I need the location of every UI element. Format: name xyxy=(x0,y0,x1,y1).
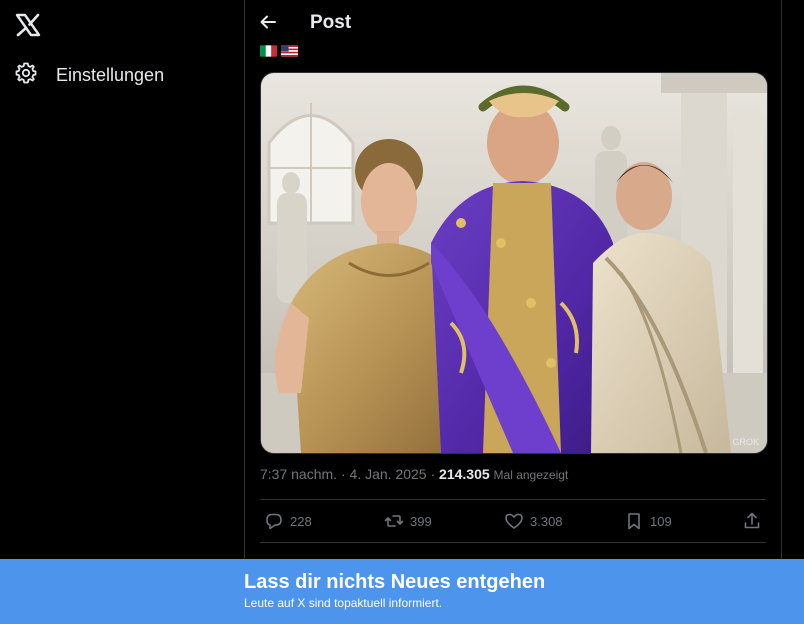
banner-title: Lass dir nichts Neues entgehen xyxy=(244,571,546,593)
post-metadata: 7:37 nachm. · 4. Jan. 2025 · 214.305 Mal… xyxy=(260,466,568,482)
usa-flag-icon xyxy=(281,45,298,57)
signup-banner: Lass dir nichts Neues entgehen Leute auf… xyxy=(0,559,804,624)
share-button[interactable] xyxy=(742,506,768,536)
share-icon xyxy=(744,512,760,529)
post-header: Post xyxy=(245,0,781,44)
nav-item-settings[interactable]: Einstellungen xyxy=(14,60,164,90)
post-image[interactable]: GROK xyxy=(260,72,768,454)
views-count: 214.305 xyxy=(439,466,490,482)
meta-separator: · xyxy=(430,466,436,482)
left-navigation: Einstellungen xyxy=(0,0,244,624)
repost-count: 399 xyxy=(410,513,432,529)
bookmark-button[interactable]: 109 xyxy=(624,506,672,536)
divider xyxy=(260,542,766,543)
like-count: 3.308 xyxy=(530,513,563,529)
heart-icon xyxy=(505,513,523,529)
bookmark-count: 109 xyxy=(650,513,672,529)
nav-item-settings-label: Einstellungen xyxy=(56,64,165,85)
post-time[interactable]: 7:37 nachm. xyxy=(260,466,337,482)
post-detail-column: Post GROK 7:37 nachm. · 4. Jan. 2025 · 2… xyxy=(244,0,782,624)
reply-icon xyxy=(266,513,282,530)
post-text-flags xyxy=(260,45,298,57)
arrow-left-icon xyxy=(260,15,276,29)
post-action-bar: 228 399 3.308 109 xyxy=(260,506,766,536)
like-button[interactable]: 3.308 xyxy=(504,506,563,536)
x-logo-icon[interactable] xyxy=(14,8,42,42)
banner-subtitle: Leute auf X sind topaktuell informiert. xyxy=(244,596,443,610)
gear-icon xyxy=(14,61,38,90)
post-date[interactable]: 4. Jan. 2025 xyxy=(350,466,427,482)
italy-flag-icon xyxy=(260,45,277,57)
reply-count: 228 xyxy=(290,513,312,529)
views-label: Mal angezeigt xyxy=(493,468,569,482)
page-title: Post xyxy=(310,12,352,33)
meta-separator: · xyxy=(340,466,346,482)
divider xyxy=(260,499,766,500)
back-button[interactable] xyxy=(258,12,278,32)
reply-button[interactable]: 228 xyxy=(264,506,312,536)
repost-button[interactable]: 399 xyxy=(384,506,432,536)
bookmark-icon xyxy=(628,513,640,530)
image-watermark: GROK xyxy=(732,437,759,447)
repost-icon xyxy=(384,515,404,527)
